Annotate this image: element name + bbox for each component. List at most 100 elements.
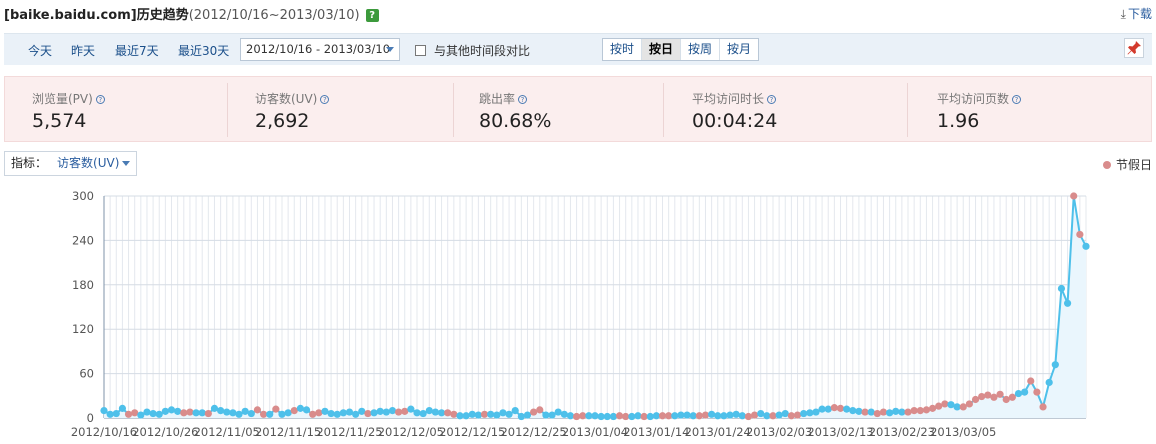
help-icon[interactable]: ? <box>1012 95 1022 104</box>
help-icon[interactable]: ? <box>95 95 105 104</box>
holiday-data-point[interactable] <box>695 412 703 420</box>
holiday-data-point[interactable] <box>971 395 980 404</box>
holiday-data-point[interactable] <box>787 412 796 420</box>
data-point[interactable] <box>217 407 225 415</box>
data-point[interactable] <box>1063 299 1072 307</box>
data-point[interactable] <box>566 412 575 420</box>
data-point[interactable] <box>247 409 255 418</box>
quick-link-last30[interactable]: 最近30天 <box>178 42 229 59</box>
tab-by-week[interactable]: 按周 <box>681 39 721 60</box>
holiday-data-point[interactable] <box>572 412 581 421</box>
data-point[interactable] <box>628 412 636 421</box>
data-point[interactable] <box>597 412 605 421</box>
data-point[interactable] <box>167 406 176 414</box>
data-point[interactable] <box>1051 361 1059 369</box>
data-point[interactable] <box>671 412 679 420</box>
data-point[interactable] <box>370 409 378 417</box>
holiday-data-point[interactable] <box>259 410 268 418</box>
data-point[interactable] <box>824 405 832 413</box>
data-point[interactable] <box>266 410 274 418</box>
data-point[interactable] <box>149 409 157 418</box>
data-point[interactable] <box>321 407 329 415</box>
holiday-data-point[interactable] <box>904 408 912 416</box>
holiday-data-point[interactable] <box>530 408 538 416</box>
holiday-data-point[interactable] <box>536 406 544 414</box>
data-point[interactable] <box>585 412 593 420</box>
holiday-data-point[interactable] <box>204 409 212 418</box>
data-point[interactable] <box>1045 378 1053 387</box>
data-point[interactable] <box>757 409 765 418</box>
data-point[interactable] <box>407 405 415 413</box>
holiday-data-point[interactable] <box>959 403 967 411</box>
pin-button[interactable] <box>1124 38 1144 58</box>
data-point[interactable] <box>106 410 114 418</box>
data-point[interactable] <box>886 409 894 417</box>
data-point[interactable] <box>800 409 808 418</box>
data-point[interactable] <box>437 409 446 417</box>
data-point[interactable] <box>738 412 746 420</box>
data-point[interactable] <box>388 407 397 415</box>
data-point[interactable] <box>652 412 660 420</box>
holiday-data-point[interactable] <box>1033 388 1041 396</box>
data-point[interactable] <box>1057 284 1066 293</box>
data-point[interactable] <box>198 409 206 417</box>
holiday-data-point[interactable] <box>935 402 943 410</box>
data-point[interactable] <box>137 411 145 419</box>
data-point[interactable] <box>775 411 783 419</box>
data-point[interactable] <box>517 412 525 421</box>
holiday-data-point[interactable] <box>830 404 838 412</box>
data-point[interactable] <box>358 407 366 415</box>
data-point[interactable] <box>235 410 243 418</box>
data-point[interactable] <box>591 412 599 420</box>
data-point[interactable] <box>376 407 384 415</box>
data-point[interactable] <box>284 409 292 417</box>
data-point[interactable] <box>143 408 151 416</box>
holiday-data-point[interactable] <box>579 412 587 420</box>
data-point[interactable] <box>229 409 237 417</box>
holiday-data-point[interactable] <box>615 412 624 420</box>
data-point[interactable] <box>732 410 740 418</box>
holiday-data-point[interactable] <box>131 409 139 417</box>
data-point[interactable] <box>468 410 476 418</box>
holiday-data-point[interactable] <box>180 409 188 417</box>
compare-checkbox[interactable] <box>415 45 426 56</box>
data-point[interactable] <box>1014 389 1023 398</box>
data-point[interactable] <box>683 411 691 419</box>
date-range-select[interactable]: 2012/10/16 - 2013/03/10 <box>240 38 400 61</box>
data-point[interactable] <box>646 412 654 421</box>
holiday-data-point[interactable] <box>750 411 759 419</box>
data-point[interactable] <box>867 408 875 416</box>
data-point[interactable] <box>855 407 863 415</box>
data-point[interactable] <box>302 406 311 414</box>
data-point[interactable] <box>112 409 120 418</box>
data-point[interactable] <box>161 407 169 415</box>
data-point[interactable] <box>382 408 390 416</box>
data-point[interactable] <box>339 409 347 417</box>
data-point[interactable] <box>806 409 814 417</box>
data-point[interactable] <box>554 408 562 416</box>
holiday-data-point[interactable] <box>290 407 298 415</box>
data-point[interactable] <box>431 408 440 416</box>
data-point[interactable] <box>953 403 961 411</box>
tab-by-month[interactable]: 按月 <box>720 39 758 60</box>
data-point[interactable] <box>352 410 360 418</box>
holiday-data-point[interactable] <box>640 412 648 421</box>
data-point[interactable] <box>499 409 507 417</box>
holiday-data-point[interactable] <box>480 410 489 418</box>
holiday-data-point[interactable] <box>941 400 949 408</box>
data-point[interactable] <box>634 412 642 420</box>
data-point[interactable] <box>763 412 771 420</box>
holiday-data-point[interactable] <box>253 406 262 414</box>
data-point[interactable] <box>609 412 618 421</box>
data-point[interactable] <box>511 407 519 415</box>
holiday-data-point[interactable] <box>1008 393 1016 401</box>
question-icon[interactable]: ? <box>365 9 379 22</box>
holiday-data-point[interactable] <box>879 408 888 416</box>
data-point[interactable] <box>677 411 685 419</box>
holiday-data-point[interactable] <box>922 406 931 414</box>
data-point[interactable] <box>818 405 826 413</box>
holiday-data-point[interactable] <box>701 411 710 419</box>
data-point[interactable] <box>333 410 341 418</box>
holiday-data-point[interactable] <box>873 409 881 418</box>
holiday-data-point[interactable] <box>124 410 133 418</box>
